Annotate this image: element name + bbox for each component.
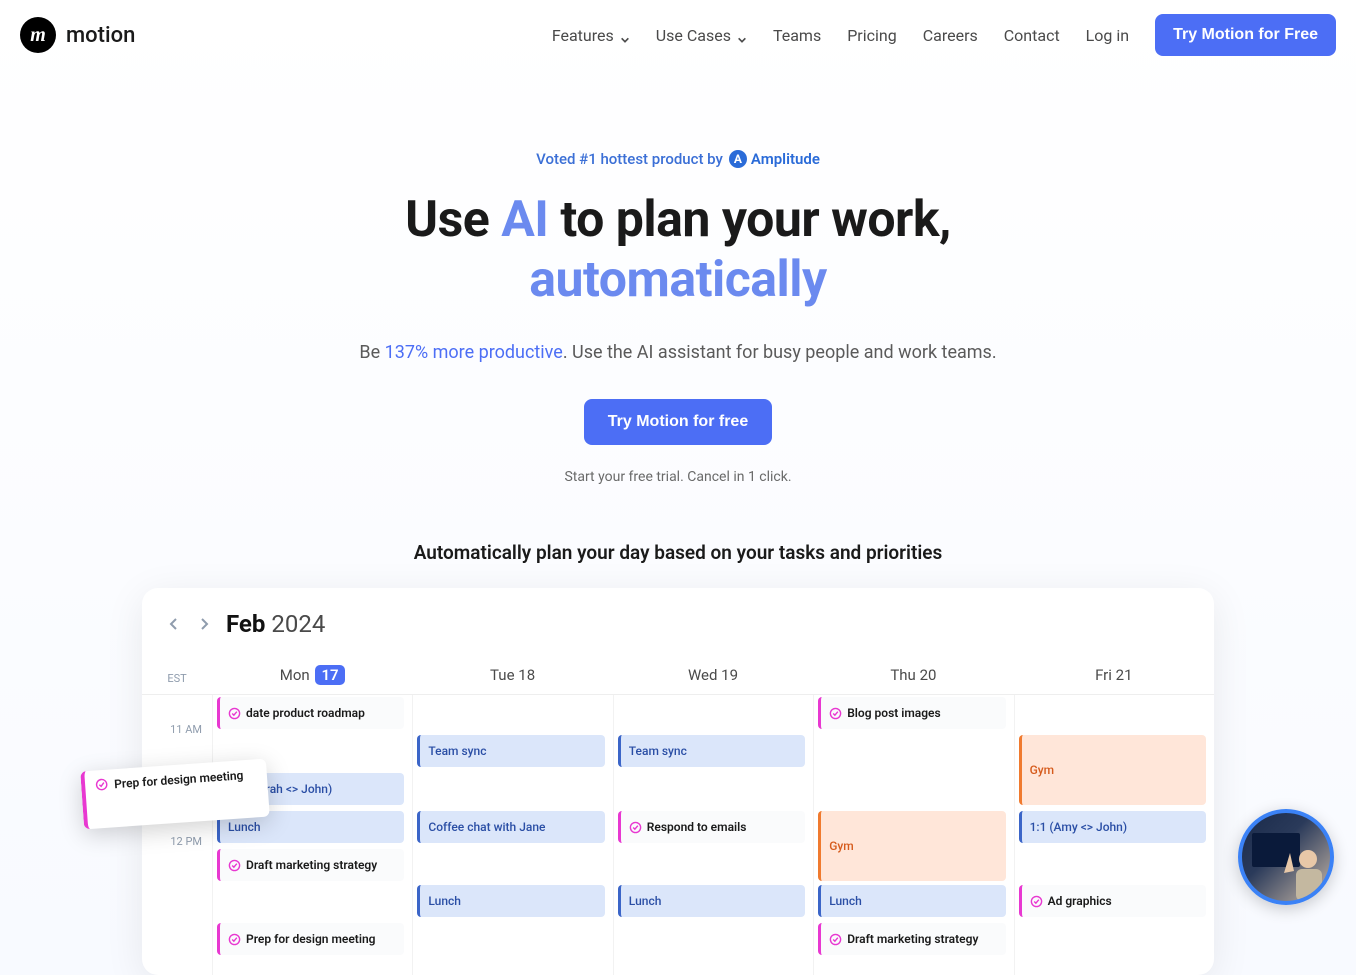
nav-features[interactable]: Features [552, 26, 630, 45]
chevron-down-icon [737, 30, 747, 40]
nav-login[interactable]: Log in [1086, 26, 1129, 45]
event-blog[interactable]: Blog post images [818, 697, 1005, 729]
nav-pricing[interactable]: Pricing [847, 26, 897, 45]
calendar-grid: 11 AM 12 PM date product roadmap 1:1 (Sa… [142, 695, 1214, 975]
calendar-preview: Feb 2024 EST Mon 17 Tue 18 Wed 19 Thu 20… [142, 588, 1214, 975]
person-icon [1282, 845, 1324, 901]
check-icon [228, 933, 241, 946]
check-icon [228, 707, 241, 720]
section-heading: Automatically plan your day based on you… [0, 541, 1356, 564]
event-draft-thu[interactable]: Draft marketing strategy [818, 923, 1005, 955]
brand-name: motion [66, 23, 135, 48]
hero-cta-button[interactable]: Try Motion for free [584, 399, 772, 445]
event-lunch-thu[interactable]: Lunch [818, 885, 1005, 917]
event-prep-mon[interactable]: Prep for design meeting [217, 923, 404, 955]
site-header: m motion Features Use Cases Teams Pricin… [0, 0, 1356, 70]
nav-use-cases-label: Use Cases [656, 26, 731, 45]
try-free-button[interactable]: Try Motion for Free [1155, 14, 1336, 56]
nav-careers[interactable]: Careers [923, 26, 978, 45]
event-draft-mon[interactable]: Draft marketing strategy [217, 849, 404, 881]
timezone-label: EST [142, 652, 212, 694]
day-mon[interactable]: Mon 17 [212, 652, 412, 694]
amplitude-badge: A Amplitude [729, 150, 820, 168]
check-icon [1030, 895, 1043, 908]
event-11-amy[interactable]: 1:1 (Amy <> John) [1019, 811, 1206, 843]
event-gym-thu[interactable]: Gym [818, 811, 1005, 881]
hero-section: Voted #1 hottest product by A Amplitude … [0, 70, 1356, 485]
hero-title: Use AI to plan your work, automatically [20, 190, 1336, 310]
event-sync-wed[interactable]: Team sync [618, 735, 805, 767]
event-ad[interactable]: Ad graphics [1019, 885, 1206, 917]
event-gym-fri[interactable]: Gym [1019, 735, 1206, 805]
amplitude-label: Amplitude [751, 150, 820, 168]
calendar-title: Feb 2024 [226, 610, 325, 638]
day-tue[interactable]: Tue 18 [412, 652, 612, 694]
col-tue: Team sync Coffee chat with Jane Lunch [412, 695, 612, 975]
hero-note: Start your free trial. Cancel in 1 click… [20, 469, 1336, 485]
nav-contact[interactable]: Contact [1004, 26, 1060, 45]
event-lunch-tue[interactable]: Lunch [417, 885, 604, 917]
prev-month-button[interactable] [166, 616, 182, 632]
hero-subtitle: Be 137% more productive. Use the AI assi… [20, 342, 1336, 363]
voted-badge[interactable]: Voted #1 hottest product by A Amplitude [20, 150, 1336, 168]
amplitude-icon: A [729, 150, 747, 168]
event-roadmap[interactable]: date product roadmap [217, 697, 404, 729]
check-icon [629, 821, 642, 834]
day-wed[interactable]: Wed 19 [613, 652, 813, 694]
voted-text: Voted #1 hottest product by [536, 150, 723, 168]
day-thu[interactable]: Thu 20 [813, 652, 1013, 694]
col-wed: Team sync Respond to emails Lunch [613, 695, 813, 975]
col-fri: Gym 1:1 (Amy <> John) Ad graphics [1014, 695, 1214, 975]
nav-teams[interactable]: Teams [773, 26, 821, 45]
check-icon [95, 778, 109, 792]
nav-use-cases[interactable]: Use Cases [656, 26, 747, 45]
logo[interactable]: m motion [20, 17, 135, 53]
check-icon [829, 707, 842, 720]
day-fri[interactable]: Fri 21 [1014, 652, 1214, 694]
event-lunch-wed[interactable]: Lunch [618, 885, 805, 917]
col-mon: date product roadmap 1:1 (Sarah <> John)… [212, 695, 412, 975]
col-thu: Blog post images Gym Lunch Draft marketi… [813, 695, 1013, 975]
check-icon [228, 859, 241, 872]
nav-features-label: Features [552, 26, 614, 45]
productivity-link[interactable]: 137% more productive [385, 342, 563, 363]
event-sync-tue[interactable]: Team sync [417, 735, 604, 767]
logo-icon: m [20, 17, 56, 53]
next-month-button[interactable] [196, 616, 212, 632]
primary-nav: Features Use Cases Teams Pricing Careers… [552, 14, 1336, 56]
calendar-header: Feb 2024 [142, 610, 1214, 652]
days-header: EST Mon 17 Tue 18 Wed 19 Thu 20 Fri 21 [142, 652, 1214, 695]
video-chat-widget[interactable]: ✕ [1238, 809, 1334, 905]
close-icon[interactable]: ✕ [1316, 809, 1334, 827]
event-coffee[interactable]: Coffee chat with Jane [417, 811, 604, 843]
event-emails[interactable]: Respond to emails [618, 811, 805, 843]
check-icon [829, 933, 842, 946]
chevron-down-icon [620, 30, 630, 40]
